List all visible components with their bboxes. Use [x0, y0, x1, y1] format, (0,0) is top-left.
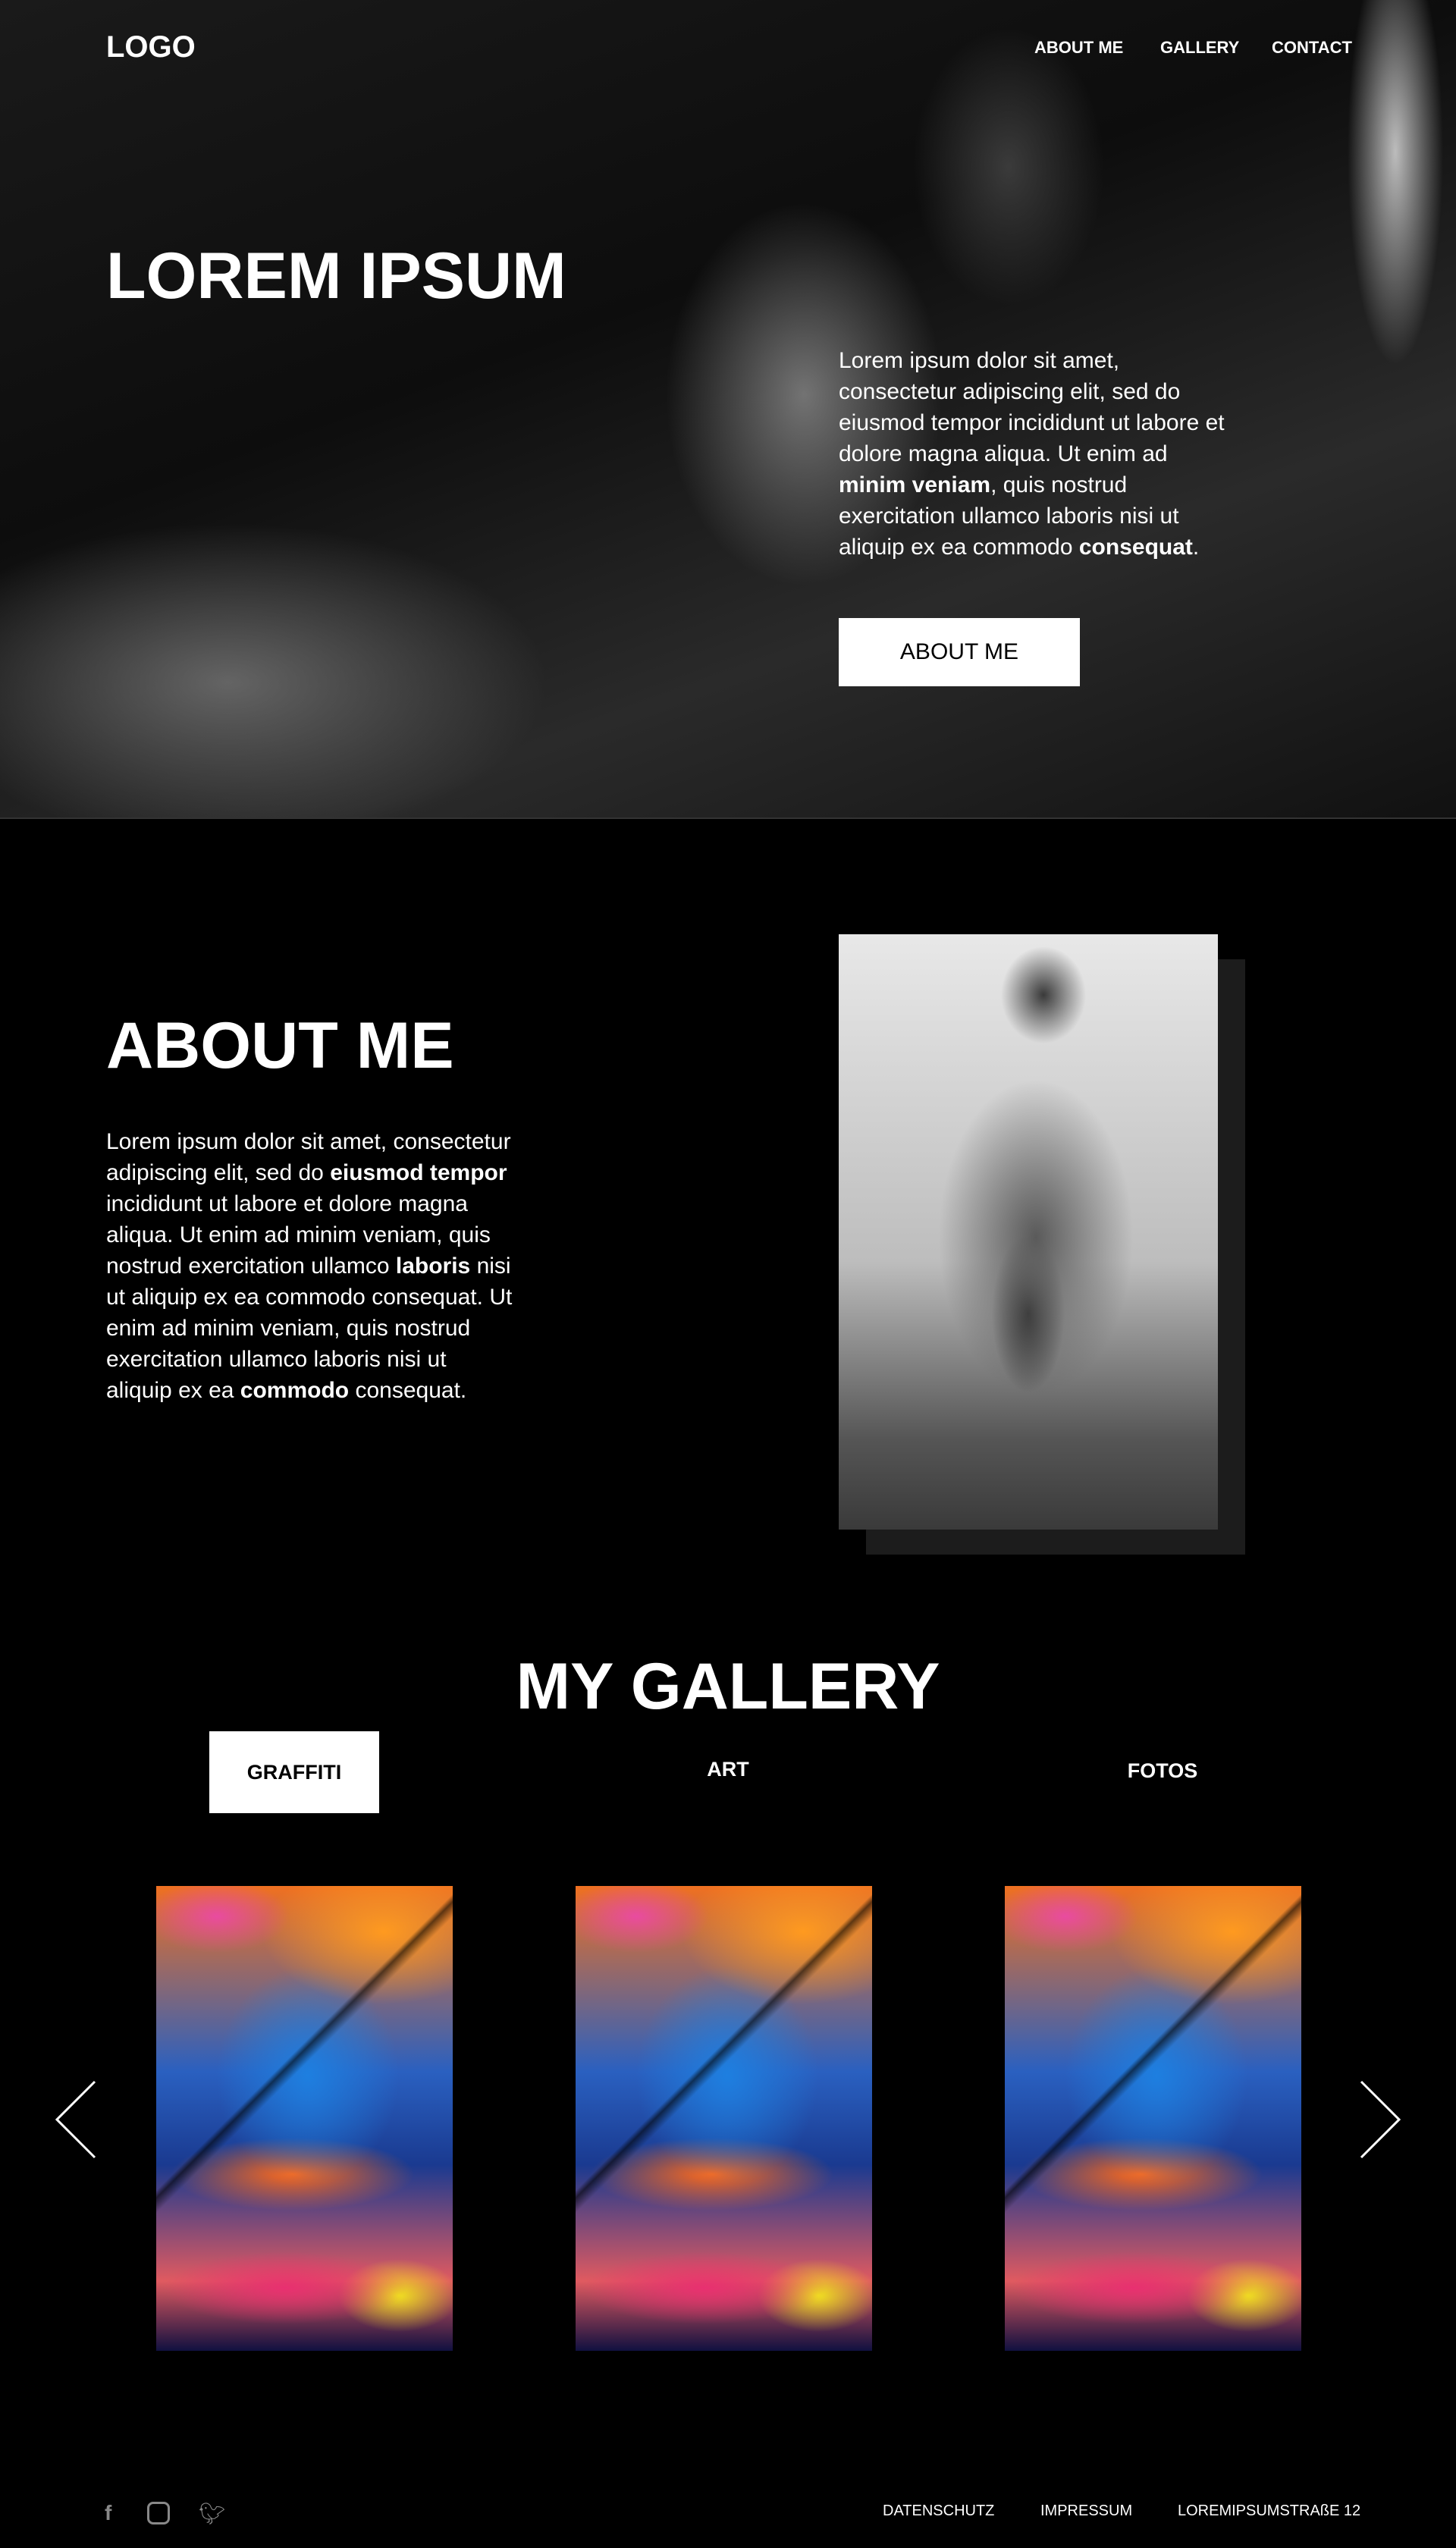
bold-text: laboris — [395, 1254, 471, 1279]
footer-address: LOREMIPSUMSTRAßE 12 — [1178, 2502, 1361, 2519]
gallery-title: MY GALLERY — [516, 1650, 940, 1723]
chevron-left-icon[interactable] — [53, 2078, 99, 2161]
hero-section: LOGO ABOUT ME GALLERY CONTACT LOREM IPSU… — [0, 0, 1456, 819]
nav-gallery[interactable]: GALLERY — [1160, 38, 1239, 58]
text: Lorem ipsum dolor sit amet, consectetur … — [839, 348, 1225, 466]
tab-fotos[interactable]: FOTOS — [1087, 1759, 1238, 1783]
gallery-image[interactable] — [576, 1886, 872, 2351]
chevron-right-icon[interactable] — [1357, 2078, 1403, 2161]
nav-about-me[interactable]: ABOUT ME — [1034, 38, 1123, 58]
about-title: ABOUT ME — [106, 1009, 454, 1082]
instagram-icon[interactable] — [147, 2502, 170, 2524]
bold-text: commodo — [240, 1378, 350, 1403]
text: consequat. — [349, 1378, 467, 1403]
bold-text: eiusmod tempor — [330, 1160, 507, 1185]
nav-contact[interactable]: CONTACT — [1272, 38, 1352, 58]
hero-text: Lorem ipsum dolor sit amet, consectetur … — [839, 345, 1241, 563]
bold-text: minim veniam — [839, 472, 991, 497]
bold-text: consequat — [1078, 535, 1193, 560]
footer-link-impressum[interactable]: IMPRESSUM — [1040, 2502, 1132, 2520]
gallery-image[interactable] — [1005, 1886, 1301, 2351]
footer-link-datenschutz[interactable]: DATENSCHUTZ — [883, 2502, 994, 2520]
text: . — [1192, 535, 1200, 560]
facebook-icon[interactable]: f — [105, 2501, 111, 2525]
about-me-button[interactable]: ABOUT ME — [839, 618, 1080, 686]
tab-graffiti[interactable]: GRAFFITI — [209, 1731, 379, 1813]
tab-art[interactable]: ART — [652, 1758, 804, 1781]
about-photo — [839, 934, 1218, 1530]
gallery-image[interactable] — [156, 1886, 453, 2351]
about-text: Lorem ipsum dolor sit amet, consectetur … — [106, 1126, 516, 1406]
hero-title: LOREM IPSUM — [106, 240, 566, 312]
logo[interactable]: LOGO — [106, 30, 196, 64]
twitter-icon[interactable]: 🐦︎ — [199, 2501, 226, 2526]
